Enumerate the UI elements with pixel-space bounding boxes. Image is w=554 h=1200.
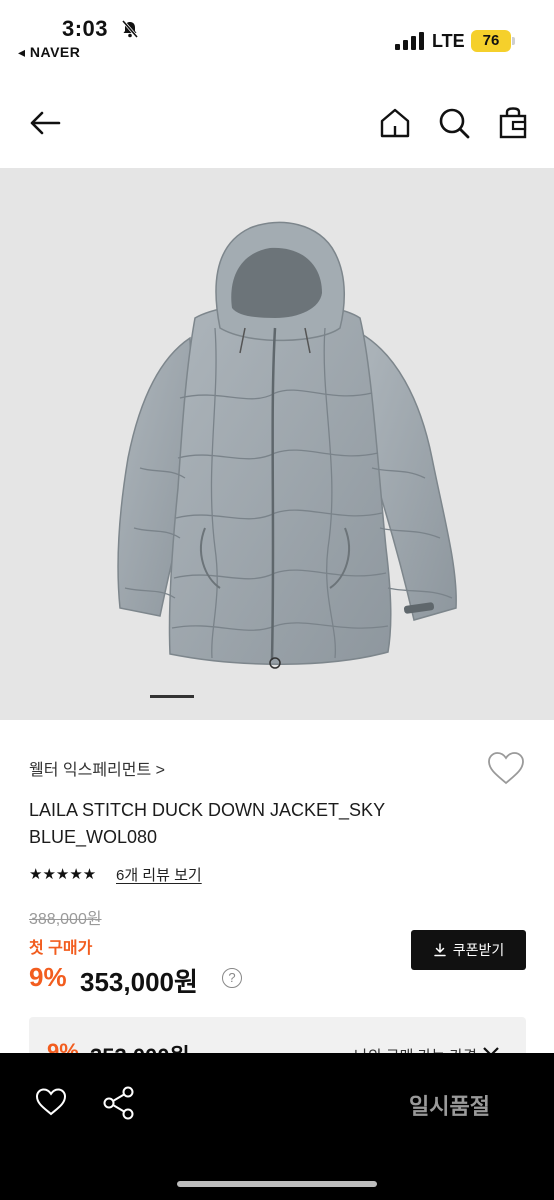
jacket-illustration — [117, 221, 457, 669]
download-icon — [433, 943, 446, 957]
network-type: LTE — [432, 31, 465, 51]
status-bar: 3:03 ◂ NAVER LTE 76 — [0, 0, 554, 72]
bottom-action-bar: 일시품절 — [0, 1053, 554, 1200]
share-icon[interactable] — [102, 1085, 136, 1121]
search-icon[interactable] — [437, 106, 471, 140]
wishlist-heart-icon[interactable] — [486, 750, 526, 786]
rating-stars: ★★★★★ — [29, 866, 97, 883]
price-help-icon[interactable]: ? — [222, 968, 242, 988]
back-arrow-icon[interactable] — [28, 106, 62, 140]
product-detail-page: 3:03 ◂ NAVER LTE 76 웰터 익스페리먼트 > LAILA ST… — [0, 0, 554, 1200]
coupon-button[interactable]: 쿠폰받기 — [411, 930, 526, 970]
brand-link[interactable]: 웰터 익스페리먼트 > — [29, 756, 165, 780]
heart-icon[interactable] — [34, 1087, 68, 1117]
sold-out-button[interactable]: 일시품절 — [409, 1089, 490, 1121]
status-time: 3:03 — [62, 16, 109, 41]
product-image[interactable] — [0, 168, 554, 720]
first-purchase-label: 첫 구매가 — [29, 940, 93, 957]
original-price: 388,000원 — [29, 911, 102, 928]
bell-muted-icon — [121, 20, 139, 38]
home-indicator — [177, 1181, 377, 1187]
sale-price: 353,000원 — [80, 967, 198, 997]
shopping-bag-icon[interactable] — [496, 106, 530, 140]
coupon-button-label: 쿠폰받기 — [452, 942, 505, 958]
discount-percent: 9% — [29, 962, 67, 992]
review-link[interactable]: 6개 리뷰 보기 — [116, 864, 202, 885]
image-page-indicator — [150, 695, 194, 698]
home-icon[interactable] — [378, 106, 412, 140]
product-title: LAILA STITCH DUCK DOWN JACKET_SKY BLUE_W… — [29, 800, 385, 847]
battery-tip — [512, 37, 515, 45]
back-to-app-link[interactable]: ◂ NAVER — [18, 44, 80, 61]
app-header — [0, 96, 554, 160]
signal-icon — [395, 32, 424, 50]
battery-indicator: 76 — [471, 30, 511, 52]
